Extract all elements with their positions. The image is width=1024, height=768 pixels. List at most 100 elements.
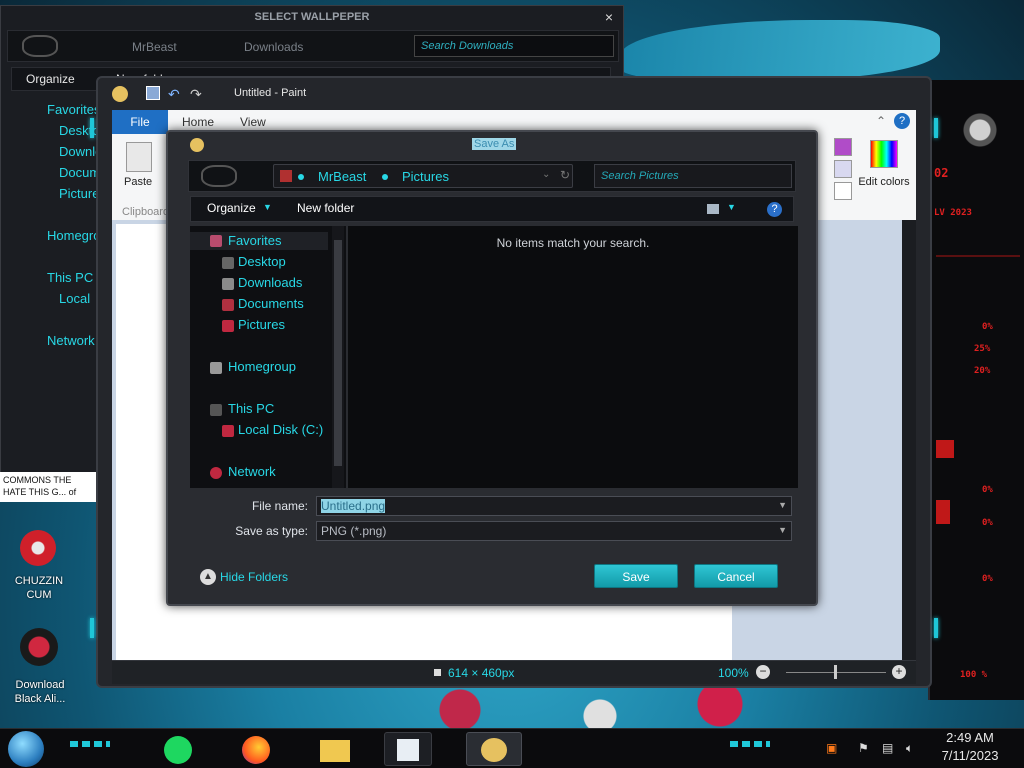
notepad-icon[interactable] xyxy=(384,732,432,766)
breadcrumb-item[interactable]: Downloads xyxy=(244,40,303,54)
clipboard-icon xyxy=(126,142,152,172)
gadget-label: 100 % xyxy=(960,670,988,680)
zoom-out-icon[interactable]: − xyxy=(756,665,770,679)
save-as-dialog[interactable]: Save As MrBeast Pictures ⌄ ↻ Search Pict… xyxy=(166,130,818,606)
tree-documents[interactable]: Documents xyxy=(238,296,304,311)
tree-desktop[interactable]: Desktop xyxy=(238,254,286,269)
save-type-select[interactable]: PNG (*.png) ▼ xyxy=(316,521,792,541)
color-swatch[interactable] xyxy=(834,160,852,178)
navigation-pane: Favorites Desktop Downloads Documents Pi… xyxy=(190,226,346,488)
back-forward-icon[interactable] xyxy=(201,165,237,187)
tree-local-disk[interactable]: Local Disk (C:) xyxy=(238,422,323,437)
network-icon[interactable]: ▤ xyxy=(882,741,893,755)
search-input[interactable]: Search Pictures xyxy=(594,164,792,188)
chuzzin-icon[interactable] xyxy=(20,530,56,566)
gadget-label: 0% xyxy=(982,574,993,584)
gadget-label: 0% xyxy=(982,322,993,332)
paint-app-icon[interactable] xyxy=(112,86,128,102)
tree-this-pc[interactable]: This PC xyxy=(228,401,274,416)
tree-scrollbar[interactable] xyxy=(332,226,344,488)
edit-colors-button[interactable]: Edit colors xyxy=(856,176,912,188)
breadcrumb-pictures[interactable]: Pictures xyxy=(402,169,449,184)
disk-icon xyxy=(222,425,234,437)
hide-folders-button[interactable]: Hide Folders xyxy=(220,570,288,584)
save-type-label: Save as type: xyxy=(235,524,308,538)
new-folder-button[interactable]: New folder xyxy=(297,201,354,215)
tab-file[interactable]: File xyxy=(112,110,168,134)
gadget-block xyxy=(936,440,954,458)
tree-homegroup[interactable]: Homegroup xyxy=(228,359,296,374)
breadcrumb-separator-icon xyxy=(382,174,388,180)
file-name-input[interactable]: Untitled.png ▼ xyxy=(316,496,792,516)
tree-pictures[interactable]: Pictures xyxy=(238,317,285,332)
alien-logo-icon xyxy=(960,112,1000,148)
help-icon[interactable]: ? xyxy=(894,113,910,129)
paste-button[interactable]: Paste xyxy=(124,176,152,188)
view-options-icon[interactable] xyxy=(707,204,719,214)
gadget-label: 20% xyxy=(974,366,991,376)
volume-icon[interactable]: 🔈︎ xyxy=(906,741,913,756)
edit-colors-icon[interactable] xyxy=(870,140,898,168)
clock-date[interactable]: 7/11/2023 xyxy=(930,748,1010,763)
redo-icon[interactable]: ↷ xyxy=(190,86,202,103)
desktop-icon-label[interactable]: CHUZZIN CUM xyxy=(4,574,74,602)
breadcrumb-mrbeast[interactable]: MrBeast xyxy=(318,169,366,184)
address-bar[interactable]: MrBeast Pictures ⌄ ↻ xyxy=(273,164,573,188)
tray-app-icon[interactable]: ▣ xyxy=(826,741,837,755)
gadget-label: 25% xyxy=(974,344,991,354)
navigation-bar: MrBeast Downloads Search Downloads xyxy=(7,30,619,62)
homegroup-icon xyxy=(210,362,222,374)
file-list[interactable]: No items match your search. xyxy=(348,226,798,488)
clock-time[interactable]: 2:49 AM xyxy=(930,730,1010,745)
canvas-dimensions: 614 × 460px xyxy=(448,666,515,680)
flag-icon[interactable]: ⚑ xyxy=(858,741,869,755)
help-icon[interactable]: ? xyxy=(767,202,782,217)
tab-view[interactable]: View xyxy=(240,115,266,129)
chevron-down-icon[interactable]: ⌄ xyxy=(542,169,550,180)
chevron-down-icon[interactable]: ▼ xyxy=(778,525,787,535)
zoom-in-icon[interactable]: + xyxy=(892,665,906,679)
window-accent xyxy=(90,618,94,638)
search-input[interactable]: Search Downloads xyxy=(414,35,614,57)
color-swatch[interactable] xyxy=(834,182,852,200)
window-title: Untitled - Paint xyxy=(234,87,307,99)
save-type-value: PNG (*.png) xyxy=(321,524,387,538)
chevron-down-icon[interactable]: ▼ xyxy=(778,500,787,510)
chevron-down-icon[interactable]: ▼ xyxy=(263,202,272,212)
tree-favorites[interactable]: Favorites xyxy=(228,233,281,248)
group-label: Clipboard xyxy=(122,206,170,218)
vertical-scrollbar[interactable] xyxy=(902,220,916,660)
star-icon xyxy=(210,235,222,247)
chevron-down-icon[interactable]: ▼ xyxy=(727,202,736,212)
refresh-icon[interactable]: ↻ xyxy=(560,168,570,182)
undo-icon[interactable]: ↶ xyxy=(168,86,180,103)
wallpaper-wave xyxy=(620,20,940,80)
organize-menu[interactable]: Organize xyxy=(207,201,256,215)
alien-download-icon[interactable] xyxy=(20,628,58,666)
organize-menu[interactable]: Organize xyxy=(26,72,75,86)
navigation-pane: Favorites Desktop Downloads Documents Pi… xyxy=(9,94,119,394)
pictures-icon xyxy=(222,320,234,332)
window-title: SELECT WALLPEPER xyxy=(254,11,370,23)
back-forward-icon[interactable] xyxy=(22,35,58,57)
save-icon[interactable] xyxy=(146,86,160,100)
chevron-up-icon[interactable]: ▲ xyxy=(200,569,216,585)
file-explorer-icon[interactable] xyxy=(312,732,360,766)
desktop-icon-label[interactable]: Download Black Ali... xyxy=(2,678,78,706)
tree-network[interactable]: Network xyxy=(228,464,276,479)
chevron-up-icon[interactable]: ⌃ xyxy=(876,114,886,128)
close-icon[interactable]: × xyxy=(605,9,613,25)
cancel-button[interactable]: Cancel xyxy=(694,564,778,588)
breadcrumb-item[interactable]: MrBeast xyxy=(132,40,177,54)
firefox-icon[interactable] xyxy=(234,732,282,766)
zoom-slider-thumb[interactable] xyxy=(834,665,837,679)
tree-downloads[interactable]: Downloads xyxy=(238,275,302,290)
spotify-icon[interactable] xyxy=(156,732,204,766)
computer-icon xyxy=(210,404,222,416)
color-swatch[interactable] xyxy=(834,138,852,156)
start-button[interactable] xyxy=(8,731,44,767)
tab-home[interactable]: Home xyxy=(182,115,214,129)
paint-taskbar-icon[interactable] xyxy=(466,732,522,766)
save-button[interactable]: Save xyxy=(594,564,678,588)
scrollbar-thumb[interactable] xyxy=(334,240,342,466)
